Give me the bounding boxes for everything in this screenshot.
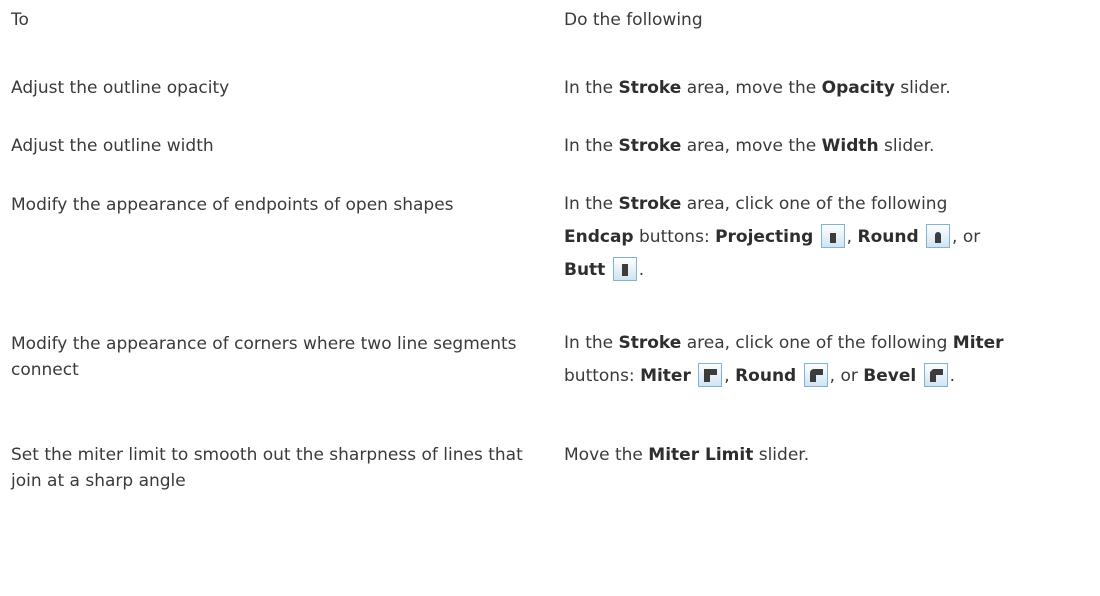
ui-term-stroke: Stroke	[618, 136, 682, 156]
ui-term-butt: Butt	[564, 260, 606, 280]
ui-term-round: Round	[857, 227, 919, 247]
ui-term-bevel: Bevel	[863, 366, 917, 386]
ui-term-width: Width	[821, 136, 879, 156]
endcap-round-icon	[926, 224, 951, 248]
task-cell: Adjust the outline opacity	[11, 78, 230, 98]
instruction-text: ,	[724, 366, 736, 386]
ui-term-stroke: Stroke	[618, 78, 682, 98]
ui-term-projecting: Projecting	[715, 227, 814, 247]
instruction-table: To Do the following Adjust the outline o…	[0, 0, 1100, 596]
instruction-text: .	[638, 260, 645, 280]
instruction-text: slider.	[894, 78, 951, 98]
endcap-projecting-icon	[820, 224, 845, 248]
round-join-icon	[803, 363, 828, 387]
instruction-text: ,	[846, 227, 858, 247]
ui-term-endcap: Endcap	[564, 227, 634, 247]
instruction-text: In the	[564, 333, 619, 353]
instruction-text: area, move the	[681, 136, 822, 156]
instruction-text: slider.	[878, 136, 935, 156]
instruction-cell: In the Stroke area, click one of the fol…	[564, 327, 1094, 393]
bevel-join-icon	[923, 363, 948, 387]
endcap-butt-icon	[612, 257, 637, 281]
header-do: Do the following	[564, 10, 703, 30]
instruction-text: In the	[564, 194, 619, 214]
instruction-text: .	[949, 366, 955, 386]
instruction-text: In the	[564, 78, 619, 98]
ui-term-stroke: Stroke	[618, 333, 682, 353]
instruction-text: area, move the	[681, 78, 822, 98]
instruction-cell: Move the Miter Limit slider.	[564, 439, 1094, 472]
instruction-text: area, click one of the following	[681, 194, 948, 214]
instruction-text: buttons:	[633, 227, 716, 247]
instruction-text: In the	[564, 136, 619, 156]
ui-term-round: Round	[735, 366, 797, 386]
task-cell: Modify the appearance of corners where t…	[11, 334, 517, 380]
ui-term-miter-button: Miter	[640, 366, 691, 386]
instruction-text: Move the	[564, 445, 649, 465]
ui-term-opacity: Opacity	[821, 78, 895, 98]
instruction-text: slider.	[753, 445, 810, 465]
instruction-text: , or	[952, 227, 981, 247]
header-to: To	[11, 10, 29, 30]
instruction-cell: In the Stroke area, move the Width slide…	[564, 130, 1094, 163]
instruction-text: buttons:	[564, 366, 641, 386]
task-cell: Adjust the outline width	[11, 136, 214, 156]
instruction-cell: In the Stroke area, click one of the fol…	[564, 188, 1094, 287]
task-cell: Modify the appearance of endpoints of op…	[11, 195, 454, 215]
task-cell: Set the miter limit to smooth out the sh…	[11, 445, 523, 491]
miter-join-icon	[698, 363, 723, 387]
instruction-text: , or	[829, 366, 864, 386]
instruction-text: area, click one of the following	[681, 333, 953, 353]
ui-term-miter-limit: Miter Limit	[648, 445, 754, 465]
instruction-cell: In the Stroke area, move the Opacity sli…	[564, 72, 1094, 105]
ui-term-miter: Miter	[952, 333, 1004, 353]
ui-term-stroke: Stroke	[618, 194, 682, 214]
